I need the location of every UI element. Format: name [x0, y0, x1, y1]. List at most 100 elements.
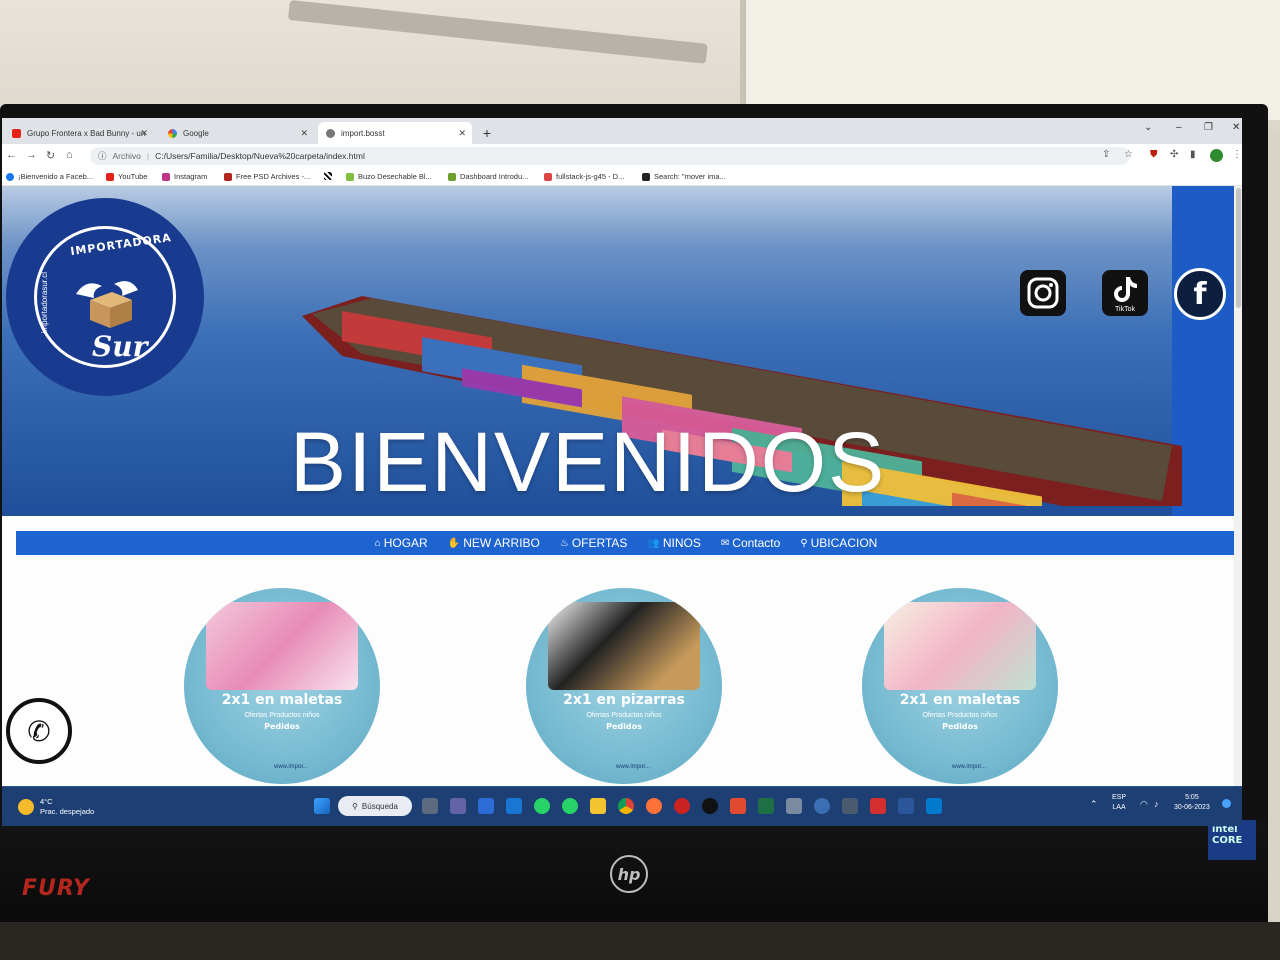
tiktok-app-icon[interactable]	[702, 798, 718, 814]
whatsapp-button[interactable]: ✆	[6, 698, 72, 764]
whatsapp-web-icon[interactable]	[562, 798, 578, 814]
settings-icon[interactable]	[814, 798, 830, 814]
notification-icon[interactable]	[1222, 799, 1231, 808]
volume-icon[interactable]: ♪	[1154, 799, 1159, 809]
restore-button[interactable]: ❐	[1204, 122, 1213, 133]
bookmark-icon	[324, 172, 332, 180]
calculator-icon[interactable]	[842, 798, 858, 814]
kebab-menu-icon[interactable]: ⋮	[1232, 149, 1242, 160]
logo-brand: Sur	[92, 330, 148, 363]
tab-google[interactable]: Google ✕	[160, 122, 314, 144]
tab-label: import.bosst	[341, 128, 385, 138]
reload-icon[interactable]: ↻	[46, 149, 55, 162]
slack-icon	[544, 172, 552, 181]
chevron-down-icon[interactable]: ⌄	[1144, 122, 1152, 133]
weather-temp: 4°C	[40, 797, 53, 806]
windows-start-icon[interactable]	[314, 798, 330, 814]
teams-icon[interactable]	[450, 798, 466, 814]
firefox-icon[interactable]	[646, 798, 662, 814]
word-icon[interactable]	[898, 798, 914, 814]
promo-tag: Pedidos	[606, 722, 642, 731]
nav-label: Contacto	[732, 536, 781, 550]
nav-ubicacion[interactable]: ⚲ UBICACION	[800, 536, 877, 550]
bookmark-buzo[interactable]: Buzo Desechable Bl...	[346, 172, 432, 181]
app-icon[interactable]	[730, 798, 746, 814]
store-icon[interactable]	[478, 798, 494, 814]
instagram-icon	[162, 172, 170, 181]
bookmark-unnamed[interactable]	[324, 172, 336, 180]
nav-new-arribo[interactable]: ✋ NEW ARRIBO	[448, 536, 540, 550]
bookmark-search[interactable]: Search: "mover ima...	[642, 172, 726, 181]
nav-contacto[interactable]: ✉ Contacto	[721, 536, 780, 550]
bookmark-label: ¡Bienvenido a Faceb...	[18, 172, 94, 181]
scrollbar-thumb[interactable]	[1236, 188, 1241, 308]
new-tab-button[interactable]: +	[478, 124, 496, 142]
tiktok-link[interactable]: TikTok	[1102, 270, 1148, 316]
promo-card-maletas[interactable]: 2x1 en maletas Ofertas Productos niños P…	[184, 588, 380, 784]
close-icon[interactable]: ✕	[458, 128, 466, 139]
bookmark-label: Free PSD Archives -...	[236, 172, 311, 181]
promo-subtitle: Ofertas Productos niños	[922, 712, 998, 719]
tab-label: Google	[183, 128, 209, 138]
opera-icon[interactable]	[674, 798, 690, 814]
acrobat-icon[interactable]	[870, 798, 886, 814]
google-icon	[168, 128, 177, 138]
file-explorer-icon[interactable]	[590, 798, 606, 814]
logo-side-text: importadorasur.cl	[40, 272, 49, 334]
vscode-icon[interactable]	[926, 798, 942, 814]
home-icon[interactable]: ⌂	[66, 149, 73, 161]
sidebar-icon[interactable]: ▮	[1190, 149, 1196, 160]
promo-card-pizarras[interactable]: 2x1 en pizarras Ofertas Productos niños …	[526, 588, 722, 784]
clock[interactable]: 5:05 30-06-2023	[1174, 793, 1210, 813]
facebook-link[interactable]: f	[1174, 268, 1226, 320]
star-icon[interactable]: ☆	[1124, 149, 1133, 160]
bookmark-fullstack[interactable]: fullstack-js-g45 - D...	[544, 172, 624, 181]
windows-taskbar: 4°C Prac. despejado ⚲ Búsqueda ⌃ ESP LAA…	[2, 786, 1242, 826]
facebook-icon: f	[1193, 276, 1207, 312]
wifi-icon[interactable]: ◠	[1140, 799, 1148, 809]
forward-arrow-icon[interactable]: →	[26, 149, 37, 161]
bookmark-dashboard[interactable]: Dashboard Introdu...	[448, 172, 528, 181]
bookmark-label: Buzo Desechable Bl...	[358, 172, 432, 181]
language-indicator[interactable]: ESP LAA	[1112, 793, 1126, 813]
close-window-button[interactable]: ✕	[1232, 122, 1240, 133]
app-icon[interactable]	[786, 798, 802, 814]
taskbar-search[interactable]: ⚲ Búsqueda	[338, 796, 412, 816]
close-icon[interactable]: ✕	[300, 128, 308, 139]
close-icon[interactable]: ✕	[140, 128, 148, 139]
minimize-button[interactable]: –	[1176, 122, 1182, 133]
promo-subtitle: Ofertas Productos niños	[586, 712, 662, 719]
excel-icon[interactable]	[758, 798, 774, 814]
nav-ofertas[interactable]: ♨ OFERTAS	[560, 536, 628, 550]
profile-avatar[interactable]	[1210, 149, 1223, 162]
nav-hogar[interactable]: ⌂ HOGAR	[375, 536, 428, 550]
puzzle-icon[interactable]: ✣	[1170, 149, 1178, 160]
nav-label: HOGAR	[383, 536, 428, 550]
mail-icon[interactable]	[506, 798, 522, 814]
weather-widget[interactable]: 4°C Prac. despejado	[18, 797, 94, 817]
whiteboard	[740, 0, 1280, 120]
shield-extension-icon[interactable]: ⛊	[1150, 149, 1158, 160]
bookmark-instagram[interactable]: Instagram	[162, 172, 207, 181]
back-arrow-icon[interactable]: ←	[6, 149, 17, 161]
chrome-icon[interactable]	[618, 798, 634, 814]
importadora-sur-logo[interactable]: IMPORTADORA Sur importadorasur.cl	[6, 198, 204, 396]
task-view-icon[interactable]	[422, 798, 438, 814]
promo-photo	[548, 602, 700, 690]
nav-ninos[interactable]: 👥 NINOS	[647, 536, 700, 550]
promo-card-maletas-2[interactable]: 2x1 en maletas Ofertas Productos niños P…	[862, 588, 1058, 784]
bookmark-icon	[448, 172, 456, 181]
tab-youtube[interactable]: Grupo Frontera x Bad Bunny - un ✕	[4, 122, 154, 144]
bookmark-freepsd[interactable]: Free PSD Archives -...	[224, 172, 310, 181]
bookmark-facebook[interactable]: ¡Bienvenido a Faceb...	[6, 172, 93, 181]
address-scheme: Archivo	[112, 151, 141, 161]
whatsapp-icon[interactable]	[534, 798, 550, 814]
youtube-icon	[106, 172, 114, 181]
chevron-up-icon[interactable]: ⌃	[1090, 799, 1098, 809]
instagram-link[interactable]	[1020, 270, 1066, 316]
bookmark-youtube[interactable]: YouTube	[106, 172, 147, 181]
tab-import-bosst[interactable]: import.bosst ✕	[318, 122, 472, 144]
tab-strip: Grupo Frontera x Bad Bunny - un ✕ Google…	[2, 118, 1242, 144]
address-bar[interactable]: ⓘ Archivo | C:/Users/Familia/Desktop/Nue…	[90, 147, 1130, 165]
share-icon[interactable]: ⇪	[1102, 149, 1110, 160]
